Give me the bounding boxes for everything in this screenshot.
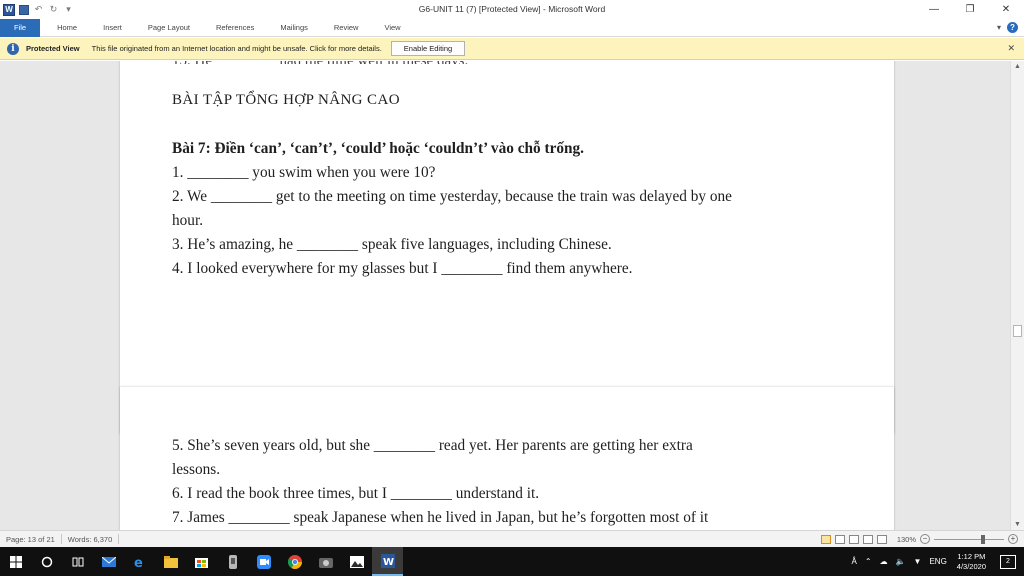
section-heading: BÀI TẬP TỔNG HỢP NÂNG CAO [172, 92, 400, 108]
exercise-line: 6. I read the book three times, but I __… [172, 485, 540, 502]
system-tray: Å ⌃ ☁ 🔈 ▼ ENG 1:12 PM 4/3/2020 2 [848, 547, 1024, 576]
info-icon: i [7, 42, 19, 55]
protected-view-message[interactable]: This file originated from an Internet lo… [92, 44, 382, 53]
outline-view-icon[interactable] [862, 534, 873, 544]
full-screen-reading-view-icon[interactable] [834, 534, 845, 544]
clipped-previous-line: 15. He ________ had the time well in the… [172, 61, 468, 64]
tab-insert[interactable]: Insert [90, 19, 135, 37]
onedrive-icon[interactable]: ☁ [880, 557, 888, 566]
ribbon-tabs: File Home Insert Page Layout References … [0, 18, 1024, 37]
exercise-line: 1. ________ you swim when you were 10? [172, 164, 436, 181]
scroll-down-icon[interactable]: ▼ [1014, 521, 1021, 528]
scroll-up-icon[interactable]: ▲ [1014, 63, 1021, 70]
status-bar: Page: 13 of 21 Words: 6,370 130% − + [0, 530, 1024, 547]
input-language[interactable]: ENG [929, 557, 946, 566]
exercise-line: 7. James ________ speak Japanese when he… [172, 509, 709, 526]
tab-review[interactable]: Review [321, 19, 372, 37]
taskbar: e W Å ⌃ ☁ 🔈 ▼ ENG 1:12 PM 4/3/2020 2 [0, 547, 1024, 576]
document-page[interactable]: 5. She’s seven years old, but she ______… [120, 387, 894, 530]
task-view-icon[interactable] [62, 547, 93, 576]
tab-references[interactable]: References [203, 19, 267, 37]
edge-browser-icon[interactable]: e [124, 547, 155, 576]
notification-center-icon[interactable]: 2 [1000, 554, 1016, 569]
clock-date: 4/3/2020 [956, 561, 986, 571]
zoom-out-icon[interactable]: − [920, 534, 930, 544]
zoom-level[interactable]: 130% [897, 535, 916, 544]
exercise-line: 5. She’s seven years old, but she ______… [172, 437, 693, 454]
network-icon[interactable]: ▼ [914, 557, 922, 566]
zoom-in-icon[interactable]: + [1008, 534, 1018, 544]
tab-mailings[interactable]: Mailings [267, 19, 321, 37]
exercise-line: lessons. [172, 461, 221, 478]
start-button[interactable] [0, 547, 31, 576]
help-icon[interactable]: ? [1007, 22, 1018, 33]
zoom-slider-knob[interactable] [981, 534, 985, 544]
web-layout-view-icon[interactable] [848, 534, 859, 544]
title-bar: W ↶ ↻ ▾ G6-UNIT 11 (7) [Protected View] … [0, 0, 1024, 19]
protected-view-title: Protected View [26, 44, 80, 53]
search-icon[interactable] [31, 547, 62, 576]
exercise-line: 2. We ________ get to the meeting on tim… [172, 188, 732, 205]
expand-ribbon-icon[interactable]: ▾ [997, 23, 1001, 32]
protected-view-bar: i Protected View This file originated fr… [0, 38, 1024, 60]
tab-home[interactable]: Home [44, 19, 90, 37]
minimize-button[interactable]: — [916, 0, 952, 19]
tab-page-layout[interactable]: Page Layout [135, 19, 203, 37]
photos-app-icon[interactable] [341, 547, 372, 576]
zoom-slider[interactable] [934, 534, 1004, 544]
word-taskbar-icon[interactable]: W [372, 547, 403, 576]
page-count[interactable]: Page: 13 of 21 [0, 534, 62, 544]
vertical-scrollbar[interactable]: ▲ ▼ [1010, 61, 1024, 530]
print-layout-view-icon[interactable] [820, 534, 831, 544]
exercise-title: Bài 7: Điền ‘can’, ‘can’t’, ‘could’ hoặc… [172, 140, 584, 157]
document-page[interactable]: 15. He ________ had the time well in the… [120, 61, 894, 434]
show-hidden-icons-icon[interactable]: ⌃ [865, 557, 872, 566]
close-icon[interactable]: ✕ [1007, 43, 1015, 54]
exercise-line: 4. I looked everywhere for my glasses bu… [172, 260, 633, 277]
tab-file[interactable]: File [0, 18, 41, 37]
svg-text:W: W [383, 557, 394, 568]
window-title: G6-UNIT 11 (7) [Protected View] - Micros… [418, 4, 606, 14]
mail-icon[interactable] [93, 547, 124, 576]
draft-view-icon[interactable] [876, 534, 887, 544]
exercise-line: 3. He’s amazing, he ________ speak five … [172, 236, 612, 253]
scroll-thumb[interactable] [1013, 325, 1022, 337]
restore-button[interactable]: ❐ [952, 0, 988, 19]
store-icon[interactable] [186, 547, 217, 576]
exercise-line: hour. [172, 212, 204, 229]
camera-app-icon[interactable] [310, 547, 341, 576]
notification-count: 2 [1006, 558, 1010, 565]
volume-icon[interactable]: 🔈 [896, 557, 906, 566]
clock-time: 1:12 PM [957, 551, 986, 561]
enable-editing-button[interactable]: Enable Editing [390, 41, 466, 56]
zoom-meeting-icon[interactable] [248, 547, 279, 576]
svg-text:e: e [134, 556, 143, 569]
close-button[interactable]: ✕ [988, 0, 1024, 19]
media-app-icon[interactable] [217, 547, 248, 576]
chrome-browser-icon[interactable] [279, 547, 310, 576]
people-icon[interactable]: Å [852, 557, 857, 566]
system-clock[interactable]: 1:12 PM 4/3/2020 [957, 552, 986, 572]
file-explorer-icon[interactable] [155, 547, 186, 576]
tab-view[interactable]: View [371, 19, 413, 37]
document-area[interactable]: 15. He ________ had the time well in the… [0, 61, 1010, 530]
word-count[interactable]: Words: 6,370 [62, 534, 120, 544]
